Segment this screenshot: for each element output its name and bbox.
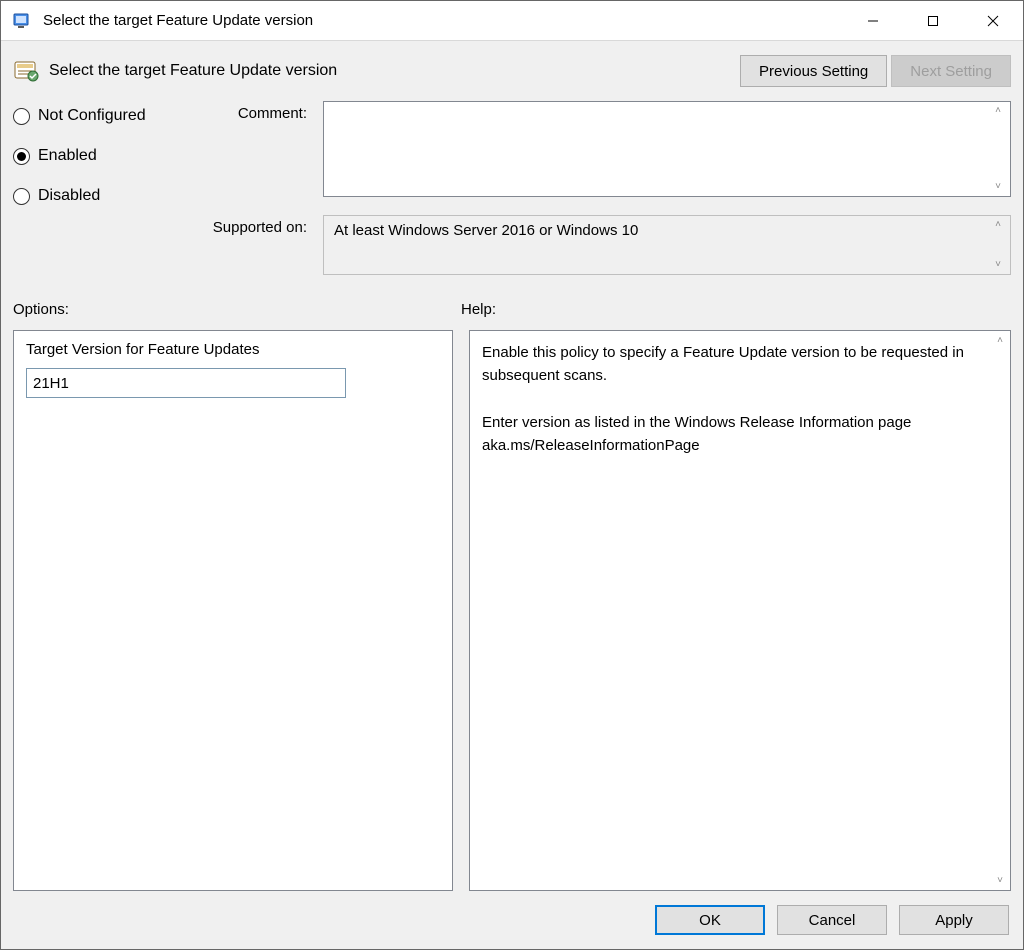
radio-label: Enabled — [38, 147, 97, 165]
titlebar: Select the target Feature Update version — [1, 1, 1023, 41]
dialog-footer: OK Cancel Apply — [1, 891, 1023, 949]
cancel-button[interactable]: Cancel — [777, 905, 887, 935]
previous-setting-button[interactable]: Previous Setting — [740, 55, 887, 87]
comment-label: Comment: — [193, 101, 323, 122]
window-title: Select the target Feature Update version — [43, 12, 843, 29]
help-text: Enable this policy to specify a Feature … — [482, 341, 998, 457]
apply-button[interactable]: Apply — [899, 905, 1009, 935]
state-radio-group: Not Configured Enabled Disabled — [13, 101, 193, 275]
scrollbar[interactable]: ˄˅ — [990, 331, 1010, 890]
help-panel: Enable this policy to specify a Feature … — [469, 330, 1011, 891]
policy-icon — [13, 58, 39, 84]
radio-icon — [13, 148, 30, 165]
target-version-input[interactable] — [26, 368, 346, 398]
minimize-button[interactable] — [843, 1, 903, 40]
supported-on-label: Supported on: — [193, 215, 323, 236]
options-panel: Target Version for Feature Updates — [13, 330, 453, 891]
policy-title: Select the target Feature Update version — [49, 62, 736, 80]
supported-on-value: At least Windows Server 2016 or Windows … — [323, 215, 1011, 275]
policy-header: Select the target Feature Update version… — [1, 41, 1023, 101]
options-section-label: Options: — [13, 301, 461, 318]
scrollbar[interactable]: ˄˅ — [988, 102, 1008, 196]
radio-disabled[interactable]: Disabled — [13, 187, 193, 205]
target-version-label: Target Version for Feature Updates — [26, 341, 440, 358]
radio-icon — [13, 108, 30, 125]
app-icon — [13, 11, 33, 31]
close-button[interactable] — [963, 1, 1023, 40]
radio-label: Not Configured — [38, 107, 146, 125]
radio-not-configured[interactable]: Not Configured — [13, 107, 193, 125]
radio-icon — [13, 188, 30, 205]
scrollbar[interactable]: ˄˅ — [988, 216, 1008, 274]
comment-textarea[interactable]: ˄˅ — [323, 101, 1011, 197]
help-section-label: Help: — [461, 301, 1011, 318]
next-setting-button: Next Setting — [891, 55, 1011, 87]
ok-button[interactable]: OK — [655, 905, 765, 935]
maximize-button[interactable] — [903, 1, 963, 40]
radio-enabled[interactable]: Enabled — [13, 147, 193, 165]
radio-label: Disabled — [38, 187, 100, 205]
